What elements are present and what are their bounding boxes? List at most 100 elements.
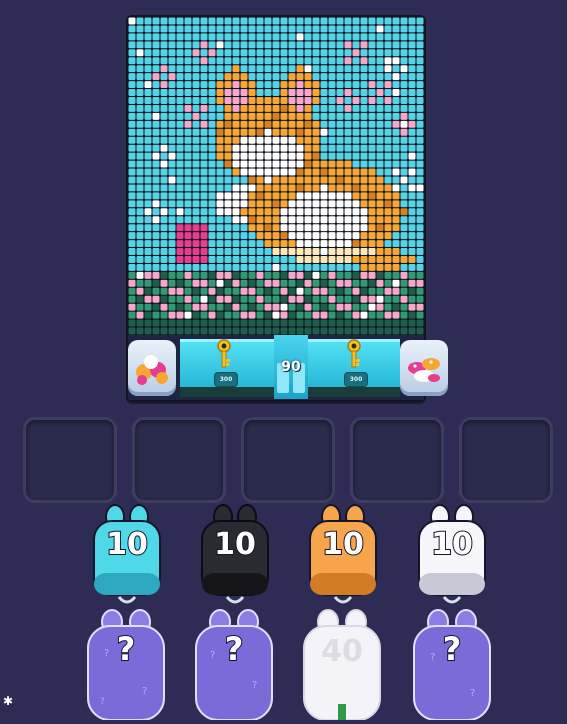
pixel-cell xyxy=(248,49,256,57)
pixel-cell xyxy=(408,160,416,168)
pixel-cell xyxy=(240,65,248,73)
pixel-cell xyxy=(128,65,136,73)
pixel-cell xyxy=(408,176,416,184)
pixel-cell xyxy=(288,81,296,89)
empty-slot-4[interactable] xyxy=(350,417,444,503)
pixel-cell xyxy=(416,81,424,89)
right-collection-bin-body[interactable] xyxy=(400,340,448,396)
pixel-cell xyxy=(408,224,416,232)
empty-slot-5[interactable] xyxy=(459,417,553,503)
pixel-cell xyxy=(416,192,424,200)
pixel-cell xyxy=(392,256,400,263)
pixel-cell xyxy=(144,33,152,41)
pixel-cell xyxy=(376,136,384,144)
shooter-orange[interactable]: 10 xyxy=(304,503,382,613)
pixel-cell xyxy=(320,65,328,73)
pixel-cell xyxy=(400,97,408,104)
empty-slot-2[interactable] xyxy=(132,417,226,503)
pixel-cell xyxy=(264,216,272,224)
pixel-cell xyxy=(408,89,416,96)
pixel-cell xyxy=(352,192,360,200)
pixel-cell xyxy=(128,73,136,81)
pixel-cell xyxy=(248,152,256,160)
pixel-cell xyxy=(224,25,232,33)
pixel-cell xyxy=(312,327,320,335)
pixel-cell xyxy=(376,208,384,216)
pixel-cell xyxy=(384,232,392,240)
pixel-cell xyxy=(320,97,328,104)
pixel-cell xyxy=(176,232,184,240)
svg-text:?: ? xyxy=(470,688,475,699)
pixel-cell xyxy=(192,57,200,65)
pixel-cell xyxy=(352,160,360,168)
pixel-cell xyxy=(136,200,144,208)
pixel-cell xyxy=(304,57,312,65)
pixel-cell xyxy=(232,168,240,176)
pixel-cell xyxy=(336,200,344,208)
pixel-cell xyxy=(240,208,248,216)
pixel-cell xyxy=(320,73,328,81)
pixel-cell xyxy=(184,97,192,104)
pixel-cell xyxy=(328,144,336,152)
pixel-cell xyxy=(136,216,144,224)
pixel-cell xyxy=(128,33,136,41)
pixel-cell xyxy=(272,208,280,216)
pixel-cell xyxy=(256,25,264,33)
gear-icon[interactable]: ✱ xyxy=(3,694,13,708)
pixel-cell xyxy=(224,263,232,271)
pixel-cell xyxy=(344,104,352,112)
pixel-cell xyxy=(336,41,344,49)
pixel-cell xyxy=(352,184,360,192)
pixel-cell xyxy=(280,89,288,96)
pixel-cell xyxy=(368,49,376,57)
pixel-cell xyxy=(160,224,168,232)
pixel-cell xyxy=(360,248,368,255)
shooter-black[interactable]: 10 xyxy=(196,503,274,613)
pixel-cell xyxy=(208,144,216,152)
pixel-cell xyxy=(288,240,296,248)
pixel-cell xyxy=(304,240,312,248)
pixel-cell xyxy=(248,81,256,89)
pixel-cell xyxy=(208,295,216,303)
pixel-cell xyxy=(320,271,328,279)
pixel-cell xyxy=(352,240,360,248)
pixel-cell xyxy=(248,17,256,25)
pixel-cell xyxy=(128,216,136,224)
pixel-cell xyxy=(384,73,392,81)
pixel-cell xyxy=(240,224,248,232)
pixel-cell xyxy=(200,256,208,263)
pixel-cell xyxy=(160,73,168,81)
pixel-cell xyxy=(368,295,376,303)
pixel-cell xyxy=(288,73,296,81)
pixel-cell xyxy=(272,136,280,144)
pixel-cell xyxy=(352,112,360,120)
pixel-cell xyxy=(344,136,352,144)
pixel-cell xyxy=(408,184,416,192)
pixel-cell xyxy=(144,192,152,200)
pixel-cell xyxy=(256,208,264,216)
shooter-white[interactable]: 10 xyxy=(413,503,491,613)
pixel-cell xyxy=(192,184,200,192)
pixel-cell xyxy=(264,240,272,248)
shooter-cyan[interactable]: 10 xyxy=(88,503,166,613)
empty-slot-1[interactable] xyxy=(23,417,117,503)
pixel-cell xyxy=(232,192,240,200)
pixel-cell xyxy=(176,112,184,120)
pixel-cell xyxy=(176,168,184,176)
pixel-cell xyxy=(328,81,336,89)
pixel-cell xyxy=(240,81,248,89)
pixel-cell xyxy=(328,303,336,311)
pixel-cell xyxy=(328,184,336,192)
pixel-cell xyxy=(360,184,368,192)
pixel-cell xyxy=(384,192,392,200)
pixel-cell xyxy=(248,89,256,96)
pixel-cell xyxy=(368,200,376,208)
pixel-cell xyxy=(264,271,272,279)
left-collection-bin[interactable] xyxy=(128,340,176,396)
pixel-cell xyxy=(296,216,304,224)
pixel-cell xyxy=(248,112,256,120)
empty-slot-3[interactable] xyxy=(241,417,335,503)
pixel-cell xyxy=(128,104,136,112)
pixel-cell xyxy=(344,17,352,25)
pixel-cell xyxy=(336,184,344,192)
